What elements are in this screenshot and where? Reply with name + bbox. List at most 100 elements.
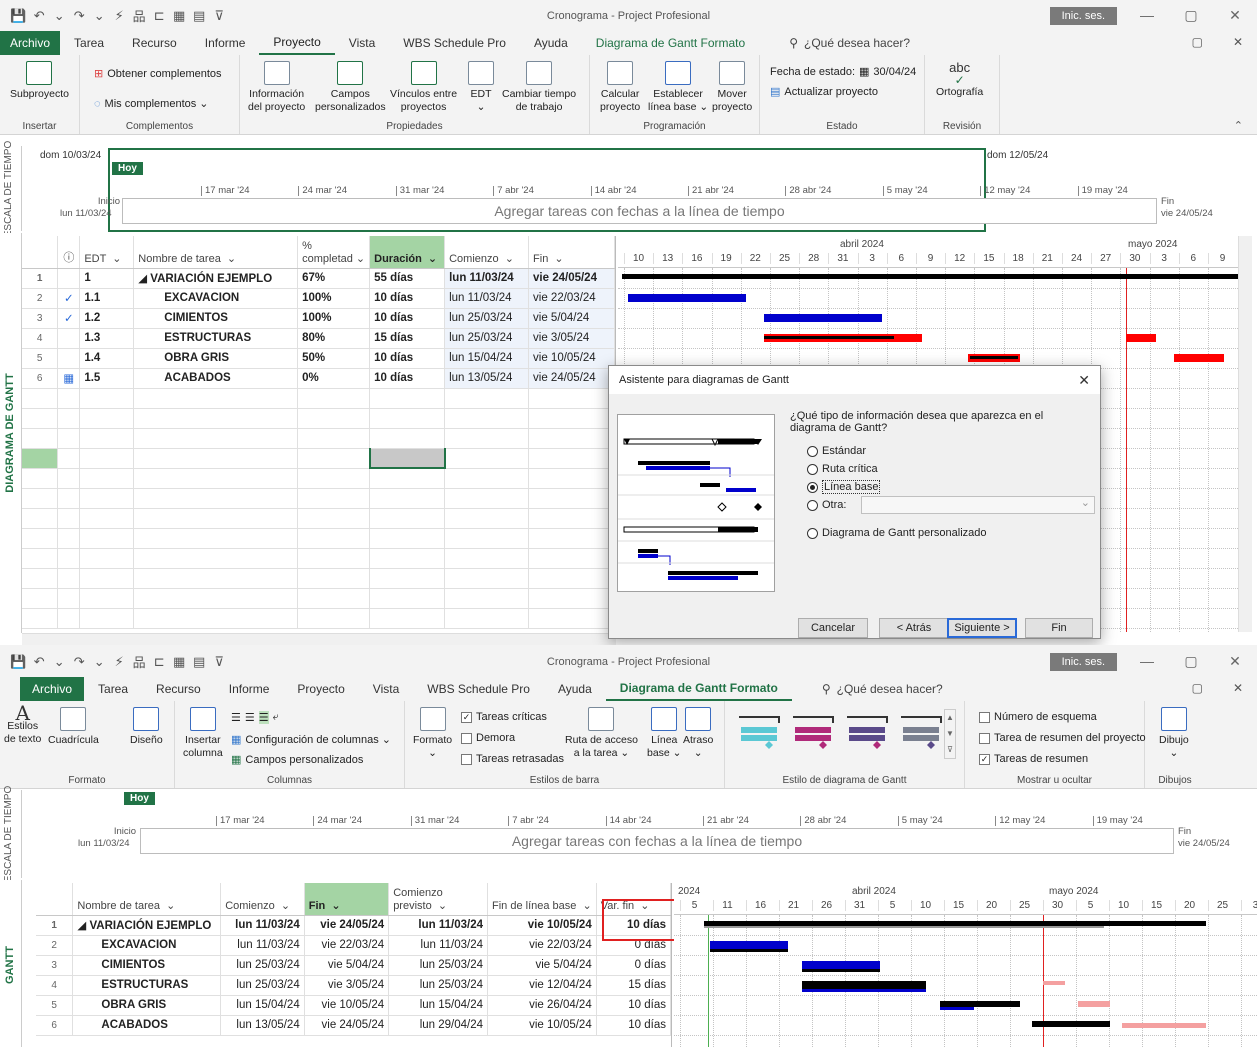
- empty-cell[interactable]: [79, 468, 135, 489]
- restore-ribbon-icon[interactable]: ▢: [1192, 35, 1203, 49]
- table-cell[interactable]: 10 días: [369, 368, 446, 389]
- empty-cell[interactable]: [369, 468, 446, 489]
- qat-icon[interactable]: ↷: [72, 654, 86, 670]
- empty-cell[interactable]: [297, 528, 371, 549]
- column-header[interactable]: % completad ⌄: [297, 236, 371, 269]
- gantt-bar[interactable]: [764, 314, 882, 322]
- empty-cell[interactable]: [57, 468, 81, 489]
- edt-button[interactable]: EDT ⌄: [468, 61, 494, 114]
- table-cell[interactable]: lun 29/04/24: [388, 1015, 488, 1036]
- qat-icon[interactable]: ↷: [72, 8, 86, 24]
- qat-icon[interactable]: ⚡: [112, 8, 126, 24]
- table-cell[interactable]: vie 22/03/24: [528, 288, 615, 309]
- empty-cell[interactable]: [133, 548, 299, 569]
- empty-cell[interactable]: [369, 428, 446, 449]
- empty-cell[interactable]: [57, 548, 81, 569]
- empty-cell[interactable]: [444, 388, 530, 409]
- empty-cell[interactable]: [22, 447, 59, 469]
- table-row[interactable]: 1 1 ◢ VARIACIÓN EJEMPLO 67% 55 días lun 11/03…: [22, 268, 615, 289]
- empty-cell[interactable]: [297, 568, 371, 589]
- tab-tarea[interactable]: Tarea: [60, 31, 118, 55]
- insertar-columna-button[interactable]: Insertar columna: [183, 707, 223, 760]
- empty-cell[interactable]: [133, 488, 299, 509]
- empty-cell[interactable]: [369, 388, 446, 409]
- table-cell[interactable]: vie 12/04/24: [487, 975, 597, 996]
- qat-icon[interactable]: ⌄: [92, 8, 106, 24]
- collapse-ribbon-icon[interactable]: ⌃: [1234, 119, 1243, 132]
- ortografia-button[interactable]: abc ✓ Ortografía: [936, 61, 983, 99]
- empty-cell[interactable]: [528, 408, 615, 429]
- empty-row[interactable]: [22, 388, 615, 409]
- qat-icon[interactable]: 💾: [10, 8, 26, 24]
- demora-checkbox[interactable]: Demora: [461, 732, 515, 744]
- table-cell[interactable]: OBRA GRIS: [72, 995, 222, 1016]
- empty-cell[interactable]: [369, 408, 446, 429]
- empty-cell[interactable]: [444, 588, 530, 609]
- table-cell[interactable]: 3: [22, 308, 59, 329]
- empty-cell[interactable]: [57, 488, 81, 509]
- qat-icon[interactable]: ▦: [172, 654, 186, 670]
- table-row[interactable]: 4 ESTRUCTURAS lun 25/03/24 vie 3/05/24 lun 2…: [36, 975, 672, 996]
- informacion-proyecto-button[interactable]: Información del proyecto: [248, 61, 305, 114]
- tab-wbs[interactable]: WBS Schedule Pro: [413, 677, 544, 701]
- empty-cell[interactable]: [297, 608, 371, 629]
- column-header[interactable]: Comienzo previsto ⌄: [388, 883, 488, 916]
- table-cell[interactable]: 1.2: [79, 308, 135, 329]
- empty-cell[interactable]: [57, 608, 81, 629]
- qat-icon[interactable]: 品: [132, 6, 146, 25]
- otra-select[interactable]: [861, 496, 1095, 514]
- align-right-icon[interactable]: ☰: [258, 711, 269, 724]
- table-cell[interactable]: 1.5: [79, 368, 135, 389]
- qat-icon[interactable]: ▦: [172, 8, 186, 24]
- empty-cell[interactable]: [444, 468, 530, 489]
- column-header[interactable]: Comienzo ⌄: [444, 236, 530, 269]
- table-cell[interactable]: 0 días: [596, 955, 672, 976]
- option-gantt-personalizado[interactable]: Diagrama de Gantt personalizado: [807, 527, 986, 539]
- tareas-resumen-checkbox[interactable]: ✓ Tareas de resumen: [979, 753, 1088, 765]
- column-header[interactable]: Nombre de tarea ⌄: [133, 236, 299, 269]
- empty-cell[interactable]: [444, 548, 530, 569]
- tab-vista[interactable]: Vista: [335, 31, 389, 55]
- table-cell[interactable]: vie 10/05/24: [487, 915, 597, 936]
- gantt-bar[interactable]: [710, 941, 788, 949]
- table-cell[interactable]: vie 10/05/24: [487, 1015, 597, 1036]
- table-cell[interactable]: 2: [22, 288, 59, 309]
- restore-ribbon-icon[interactable]: ▢: [1192, 681, 1203, 695]
- table-cell[interactable]: lun 13/05/24: [220, 1015, 305, 1036]
- vinculos-proyectos-button[interactable]: Vínculos entre proyectos: [390, 61, 457, 114]
- table-row[interactable]: 6 ▦ 1.5 ACABADOS 0% 10 días lun 13/05/24 vie 24…: [22, 368, 615, 389]
- table-cell[interactable]: 67%: [297, 268, 371, 289]
- empty-cell[interactable]: [57, 508, 81, 529]
- empty-cell[interactable]: [297, 468, 371, 489]
- tab-informe[interactable]: Informe: [215, 677, 284, 701]
- tab-gantt-formato[interactable]: Diagrama de Gantt Formato: [605, 677, 792, 701]
- empty-cell[interactable]: [297, 428, 371, 449]
- table-cell[interactable]: 10 días: [596, 1015, 672, 1036]
- table-cell[interactable]: lun 11/03/24: [388, 915, 488, 936]
- table-cell[interactable]: 100%: [297, 288, 371, 309]
- table-cell[interactable]: 2: [36, 935, 74, 956]
- table-cell[interactable]: vie 24/05/24: [528, 268, 615, 289]
- gantt-bar[interactable]: [970, 356, 1018, 359]
- tab-recurso[interactable]: Recurso: [118, 31, 191, 55]
- table-cell[interactable]: vie 5/04/24: [487, 955, 597, 976]
- empty-cell[interactable]: [444, 528, 530, 549]
- option-otra[interactable]: Otra:: [807, 499, 846, 511]
- table-cell[interactable]: lun 25/03/24: [388, 955, 488, 976]
- indicator-icon[interactable]: [57, 328, 81, 349]
- tab-ayuda[interactable]: Ayuda: [520, 31, 582, 55]
- empty-cell[interactable]: [22, 488, 59, 509]
- table-cell[interactable]: vie 24/05/24: [528, 368, 615, 389]
- empty-cell[interactable]: [133, 528, 299, 549]
- table-cell[interactable]: vie 3/05/24: [304, 975, 390, 996]
- table-cell[interactable]: 5: [22, 348, 59, 369]
- atras-button[interactable]: < Atrás: [879, 618, 949, 638]
- empty-cell[interactable]: [22, 588, 59, 609]
- empty-row[interactable]: [22, 608, 615, 629]
- empty-cell[interactable]: [79, 528, 135, 549]
- empty-cell[interactable]: [369, 568, 446, 589]
- establecer-linea-base-button[interactable]: Establecer línea base ⌄: [648, 61, 708, 114]
- gantt-bar[interactable]: [802, 981, 926, 989]
- table-cell[interactable]: 1: [36, 915, 74, 936]
- close-ribbon-icon[interactable]: ✕: [1233, 35, 1243, 49]
